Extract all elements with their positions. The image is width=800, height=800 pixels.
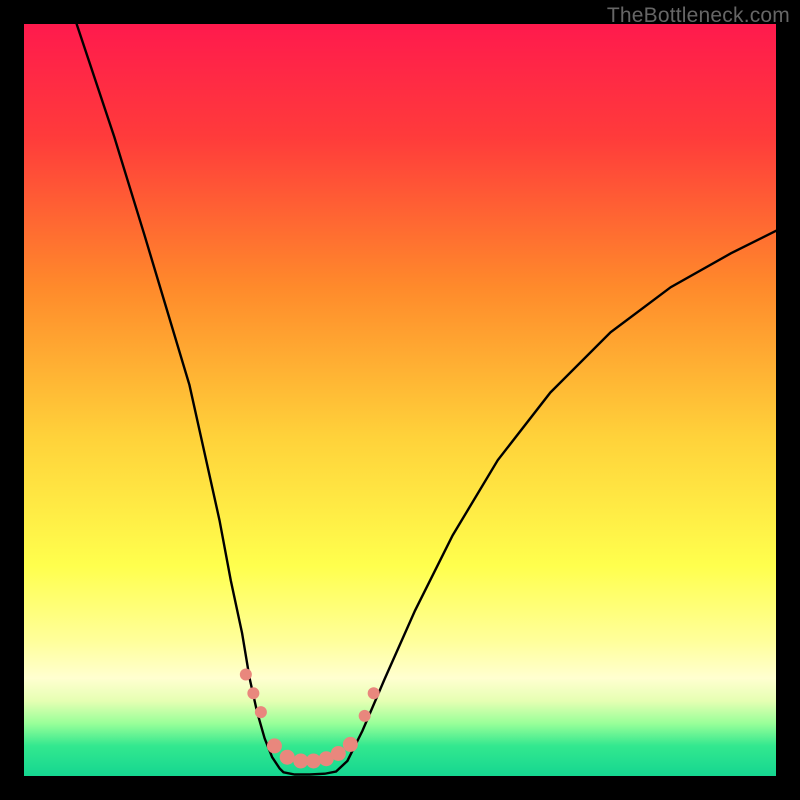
marker-dot — [280, 750, 295, 765]
marker-dot — [293, 753, 308, 768]
marker-dot — [359, 710, 371, 722]
marker-dot — [343, 737, 358, 752]
marker-dot — [247, 687, 259, 699]
watermark-text: TheBottleneck.com — [607, 4, 790, 28]
gradient-background — [24, 24, 776, 776]
marker-dot — [240, 668, 252, 680]
marker-dot — [331, 746, 346, 761]
marker-dot — [267, 738, 282, 753]
marker-dot — [306, 753, 321, 768]
marker-dot — [255, 706, 267, 718]
bottleneck-chart — [24, 24, 776, 776]
chart-frame — [24, 24, 776, 776]
marker-dot — [368, 687, 380, 699]
